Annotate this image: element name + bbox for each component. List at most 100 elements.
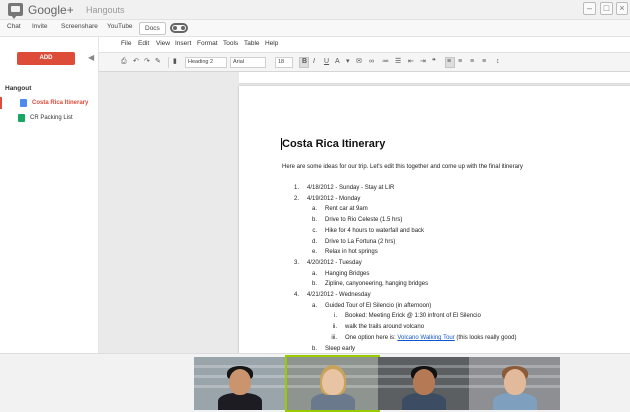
align-justify-icon[interactable]: ≡ xyxy=(482,58,486,66)
menu-edit[interactable]: Edit xyxy=(138,40,149,47)
align-right-icon[interactable]: ≡ xyxy=(470,58,474,66)
list-item-text: Hike for 4 hours to waterfall and back xyxy=(325,227,425,234)
menu-table[interactable]: Table xyxy=(244,40,260,47)
menu-file[interactable]: File xyxy=(121,40,131,47)
menu-view[interactable]: View xyxy=(156,40,170,47)
list-marker: 1. xyxy=(293,185,299,191)
list-item: Drive to La Fortuna (2 hrs) xyxy=(325,239,395,245)
participant-video-1[interactable] xyxy=(194,357,285,410)
decrease-indent-icon[interactable]: ⇤ xyxy=(408,58,414,66)
list-marker: a. xyxy=(311,270,317,277)
undo-icon[interactable]: ↶ xyxy=(133,58,139,66)
font-size-select[interactable]: 18 xyxy=(275,57,293,68)
participant-body xyxy=(402,393,446,410)
list-marker: 4. xyxy=(293,292,299,298)
list-marker: b. xyxy=(311,281,317,288)
document-page[interactable]: Costa Rica Itinerary Here are some ideas… xyxy=(239,86,630,353)
list-item-text: Guided Tour of El Silencio (in afternoon… xyxy=(325,302,432,309)
effects-icon[interactable] xyxy=(170,23,188,33)
list-item: Relax in hot springs xyxy=(325,249,378,255)
list-item: Guided Tour of El Silencio (in afternoon… xyxy=(325,303,431,309)
volcano-walking-tour-link[interactable]: Volcano Walking Tour xyxy=(397,335,454,341)
collapse-left-icon[interactable]: ◀ xyxy=(88,53,94,62)
top-bar: Google+ Hangouts – □ × xyxy=(0,0,630,20)
list-item: Sleep early xyxy=(325,346,355,352)
participant-body xyxy=(218,393,262,410)
list-item-text: Relax in hot springs xyxy=(325,249,378,256)
participant-video-3[interactable] xyxy=(378,357,469,410)
list-item: walk the trails around volcano xyxy=(345,324,424,330)
document-area: Costa Rica Itinerary Here are some ideas… xyxy=(99,72,630,353)
list-item: Booked: Meeting Erick @ 1:30 infront of … xyxy=(345,313,481,319)
tab-chat[interactable]: Chat xyxy=(7,23,21,30)
list-marker: ii. xyxy=(332,324,337,331)
maximize-icon[interactable]: □ xyxy=(600,2,613,15)
list-item-text: 4/21/2012 - Wednesday xyxy=(307,292,371,298)
sidebar-item-costa-rica-itinerary[interactable]: Costa Rica Itinerary xyxy=(0,97,98,109)
quote-icon[interactable]: ❝ xyxy=(432,58,436,66)
list-item-text: Booked: Meeting Erick @ 1:30 infront of … xyxy=(345,313,481,320)
list-item-text: Sleep early xyxy=(325,345,356,352)
participant-body xyxy=(493,393,537,410)
participant-video-2[interactable] xyxy=(285,355,380,412)
increase-indent-icon[interactable]: ⇥ xyxy=(420,58,426,66)
add-button[interactable]: ADD xyxy=(17,52,75,65)
menu-format[interactable]: Format xyxy=(197,40,218,47)
menu-tools[interactable]: Tools xyxy=(223,40,238,47)
bulleted-list-icon[interactable]: ☰ xyxy=(395,58,401,66)
list-marker: 3. xyxy=(293,259,299,266)
font-select[interactable]: Arial xyxy=(230,57,266,68)
list-item: 4/18/2012 - Sunday - Stay at LIR xyxy=(307,185,394,191)
align-center-icon[interactable]: ≡ xyxy=(458,58,462,66)
menu-help[interactable]: Help xyxy=(265,40,278,47)
style-select[interactable]: Heading 2 xyxy=(185,57,227,68)
list-item-text: 4/20/2012 - Tuesday xyxy=(307,259,362,266)
participant-face xyxy=(229,369,251,395)
list-marker: d. xyxy=(311,238,317,245)
list-item-text: walk the trails around volcano xyxy=(345,324,425,331)
link-icon[interactable]: ∞ xyxy=(369,58,374,66)
brand-name: Google+ xyxy=(28,3,74,17)
list-item: 4/21/2012 - Wednesday xyxy=(307,292,371,298)
menu-insert[interactable]: Insert xyxy=(175,40,191,47)
list-marker: 2. xyxy=(293,195,299,202)
toolbar-divider xyxy=(168,57,169,68)
align-left-icon: ≡ xyxy=(447,58,452,65)
comment-icon[interactable]: ✉ xyxy=(356,58,362,66)
document-intro: Here are some ideas for our trip. Let's … xyxy=(282,164,523,170)
ruler[interactable] xyxy=(239,72,630,84)
list-item-text: 4/19/2012 - Monday xyxy=(307,195,361,202)
list-item: 4/20/2012 - Tuesday xyxy=(307,260,362,266)
numbered-list-icon[interactable]: ≔ xyxy=(382,58,389,66)
highlight-icon[interactable]: ▾ xyxy=(346,58,350,66)
list-marker: b. xyxy=(311,217,317,224)
sidebar: ADD ◀ Hangout Costa Rica Itinerary CR Pa… xyxy=(0,37,99,353)
underline-icon[interactable]: U xyxy=(324,58,329,66)
close-icon[interactable]: × xyxy=(616,2,628,15)
tab-youtube[interactable]: YouTube xyxy=(107,23,133,30)
line-spacing-icon[interactable]: ↕ xyxy=(496,58,500,66)
list-item-text: Hanging Bridges xyxy=(325,270,370,277)
sidebar-item-cr-packing-list[interactable]: CR Packing List xyxy=(0,112,98,124)
print-icon[interactable]: ⎙ xyxy=(121,58,127,66)
list-marker: e. xyxy=(311,249,317,256)
sidebar-section-title: Hangout xyxy=(5,85,32,92)
text-color-icon[interactable]: A xyxy=(335,58,340,66)
tab-docs[interactable]: Docs xyxy=(139,22,166,35)
paint-format-icon[interactable]: ✎ xyxy=(155,58,161,66)
document-icon xyxy=(20,99,27,107)
sidebar-item-label: CR Packing List xyxy=(30,115,73,121)
list-item: Drive to Rio Celeste (1.5 hrs) xyxy=(325,217,402,223)
sidebar-item-label: Costa Rica Itinerary xyxy=(32,100,89,106)
list-item: Hike for 4 hours to waterfall and back xyxy=(325,228,424,234)
participant-video-4[interactable] xyxy=(469,357,560,410)
format-painter-icon[interactable]: ▮ xyxy=(173,58,177,66)
list-marker: c. xyxy=(312,227,317,234)
minimize-icon[interactable]: – xyxy=(583,2,596,15)
tab-screenshare[interactable]: Screenshare xyxy=(61,23,98,30)
bold-icon: B xyxy=(302,58,308,65)
tab-invite[interactable]: Invite xyxy=(32,23,48,30)
italic-icon[interactable]: I xyxy=(313,58,315,66)
spreadsheet-icon xyxy=(18,114,25,122)
redo-icon[interactable]: ↷ xyxy=(144,58,150,66)
